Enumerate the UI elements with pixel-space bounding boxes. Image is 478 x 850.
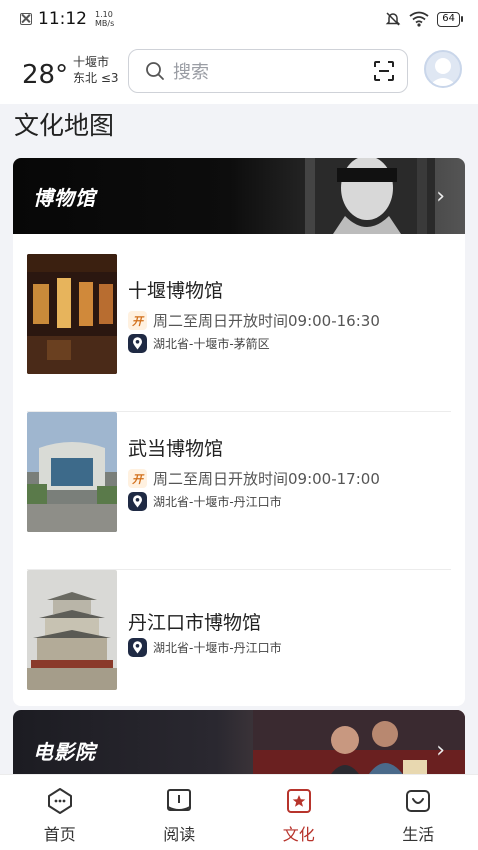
search-input[interactable]: 搜索	[128, 49, 408, 93]
status-bar: 11:12 1.10 MB/s 64	[0, 0, 478, 38]
open-hours-icon: 开	[128, 311, 147, 330]
culture-icon	[286, 789, 311, 813]
museum-name: 武当博物馆	[128, 438, 224, 460]
mute-bell-icon	[385, 12, 401, 26]
statue-image	[305, 158, 435, 234]
museum-name: 丹江口市博物馆	[128, 612, 262, 634]
nav-item-life[interactable]: 生活	[359, 775, 478, 850]
museum-hours: 开 周二至周日开放时间09:00-17:00	[128, 468, 380, 489]
nav-label: 生活	[402, 825, 435, 844]
location-pin-icon	[128, 492, 147, 511]
cinema-section-title: 电影院	[33, 740, 96, 764]
weather-wind: 东北 ≤3	[73, 71, 119, 85]
open-hours-icon: 开	[128, 469, 147, 488]
nav-label: 首页	[43, 825, 76, 844]
museum-thumbnail	[27, 570, 117, 690]
museum-section-title: 博物馆	[33, 186, 96, 210]
book-icon	[167, 789, 192, 811]
search-icon	[146, 62, 164, 80]
nav-item-culture[interactable]: 文化	[239, 775, 359, 850]
museum-address: 湖北省-十堰市-丹江口市	[128, 492, 282, 511]
chevron-right-icon[interactable]: ›	[436, 738, 445, 763]
location-pin-icon	[128, 334, 147, 353]
museum-card: 博物馆 › 十堰博物馆 开 周二至周日开放时间09:00-16:30 湖北省-十…	[13, 158, 465, 706]
scan-icon[interactable]	[373, 60, 395, 82]
battery-indicator: 64	[437, 11, 463, 27]
museum-thumbnail	[27, 254, 117, 374]
nav-item-home[interactable]: 首页	[0, 775, 120, 850]
notification-x-icon	[20, 13, 32, 25]
list-item[interactable]: 十堰博物馆 开 周二至周日开放时间09:00-16:30 湖北省-十堰市-茅箭区	[27, 254, 451, 412]
bottom-nav: 首页 阅读 文化 生活	[0, 774, 478, 850]
nav-label: 文化	[282, 825, 315, 844]
status-time: 11:12	[38, 9, 87, 29]
user-avatar-icon	[429, 58, 457, 86]
cinema-image	[253, 710, 465, 780]
museum-address: 湖北省-十堰市-丹江口市	[128, 638, 282, 657]
weather-temperature[interactable]: 28°	[22, 60, 68, 90]
list-item[interactable]: 武当博物馆 开 周二至周日开放时间09:00-17:00 湖北省-十堰市-丹江口…	[27, 412, 451, 570]
location-pin-icon	[128, 638, 147, 657]
list-item[interactable]: 丹江口市博物馆 湖北省-十堰市-丹江口市	[27, 570, 451, 706]
network-speed: 1.10 MB/s	[95, 10, 115, 28]
page-title: 文化地图	[14, 111, 115, 140]
wifi-icon	[409, 11, 429, 27]
museum-banner[interactable]: 博物馆 ›	[13, 158, 465, 234]
museum-address: 湖北省-十堰市-茅箭区	[128, 334, 270, 353]
museum-hours: 开 周二至周日开放时间09:00-16:30	[128, 310, 380, 331]
search-placeholder: 搜索	[173, 62, 209, 83]
top-header: 28° 十堰市 东北 ≤3 搜索	[0, 38, 478, 104]
nav-label: 阅读	[163, 825, 196, 844]
weather-city: 十堰市	[73, 55, 110, 69]
life-icon	[406, 790, 431, 812]
nav-item-reading[interactable]: 阅读	[120, 775, 240, 850]
chevron-right-icon[interactable]: ›	[436, 184, 445, 209]
weather-info[interactable]: 十堰市 东北 ≤3	[73, 54, 119, 86]
museum-name: 十堰博物馆	[128, 280, 224, 302]
home-icon	[47, 788, 72, 814]
avatar[interactable]	[424, 50, 462, 88]
museum-thumbnail	[27, 412, 117, 532]
cinema-banner[interactable]: 电影院 ›	[13, 710, 465, 780]
